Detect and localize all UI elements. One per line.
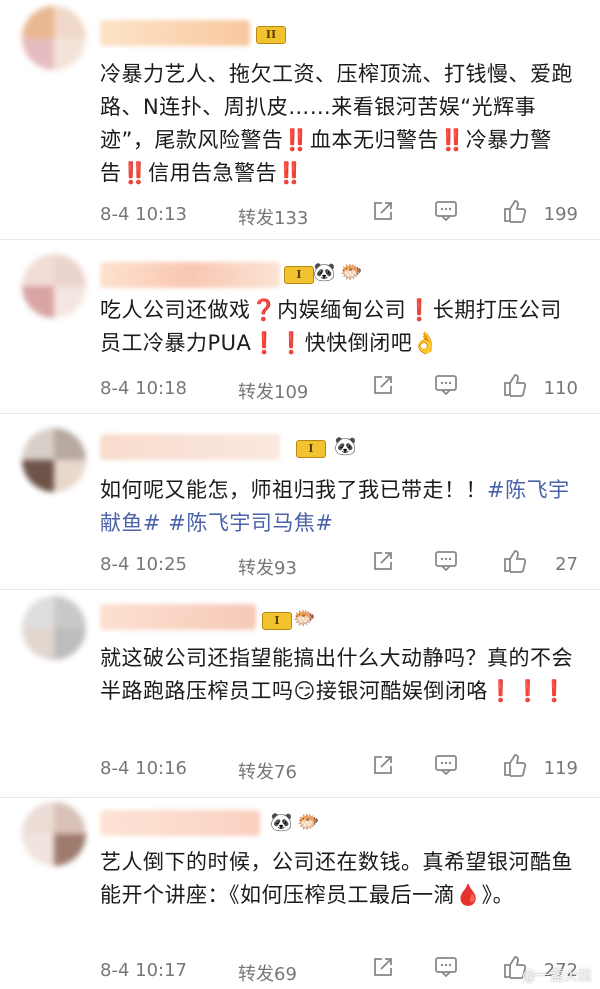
like-count: 110	[543, 378, 578, 399]
avatar[interactable]	[22, 428, 86, 492]
comment-text: 艺人倒下的时候，公司还在数钱。真希望银河酷鱼能开个讲座：《如何压榨员工最后一滴🩸…	[100, 846, 580, 912]
timestamp: 8-4 10:13	[100, 204, 187, 225]
exclamation-emoji: ❗	[406, 298, 433, 322]
double-exclamation-emoji: ‼️	[121, 161, 149, 185]
comment-item: I 🐼 如何呢又能怎，师祖归我了我已带走！！#陈飞宇献鱼# #陈飞宇司马焦# 8…	[0, 414, 600, 590]
double-exclamation-emoji: ‼️	[283, 128, 311, 152]
panda-emoji: 🐼	[313, 262, 336, 283]
repost-count[interactable]: 转发133	[238, 204, 308, 230]
ok-hand-emoji: 👌	[412, 331, 439, 355]
comment-text-segment: 》。	[481, 883, 515, 907]
comment-text-segment: 如何呢又能怎，师祖归我了我已带走！！	[100, 478, 487, 502]
pufferfish-emoji: 🐡	[297, 812, 320, 833]
comment-meta: 8-4 10:18 转发109 110	[100, 374, 600, 404]
comment-text-segment: 吃人公司还做戏	[100, 298, 251, 322]
share-icon[interactable]	[372, 200, 394, 222]
comment-text: 冷暴力艺人、拖欠工资、压榨顶流、打钱慢、爱跑路、N连扑、周扒皮……来看银河苦娱“…	[100, 58, 580, 190]
comment-icon[interactable]	[434, 374, 458, 396]
like-count: 27	[555, 554, 578, 575]
username-blurred[interactable]	[100, 604, 256, 630]
share-icon[interactable]	[372, 550, 394, 572]
thumbs-up-icon[interactable]	[502, 198, 528, 224]
thumbs-up-icon[interactable]	[502, 548, 528, 574]
comment-text-segment: 快快倒闭吧	[304, 331, 413, 355]
like-count: 119	[543, 758, 578, 779]
username-blurred[interactable]	[100, 434, 280, 460]
comment-icon[interactable]	[434, 550, 458, 572]
timestamp: 8-4 10:18	[100, 378, 187, 399]
user-level-badge: I	[296, 440, 326, 458]
comment-icon[interactable]	[434, 956, 458, 978]
repost-count[interactable]: 转发76	[238, 758, 297, 784]
repost-count[interactable]: 转发109	[238, 378, 308, 404]
comment-item: I 🐼 🐡 吃人公司还做戏❓内娱缅甸公司❗长期打压公司员工冷暴力PUA❗❗快快倒…	[0, 240, 600, 414]
thumbs-up-icon[interactable]	[502, 752, 528, 778]
comment-meta: 8-4 10:13 转发133 199	[100, 200, 600, 230]
comment-icon[interactable]	[434, 200, 458, 222]
panda-emoji: 🐼	[334, 436, 357, 457]
share-icon[interactable]	[372, 956, 394, 978]
exclamation-emoji: ❗❗	[251, 331, 305, 355]
share-icon[interactable]	[372, 754, 394, 776]
username-blurred[interactable]	[100, 810, 260, 836]
user-level-badge: I	[284, 266, 314, 284]
panda-emoji: 🐼	[270, 812, 293, 833]
timestamp: 8-4 10:25	[100, 554, 187, 575]
repost-count[interactable]: 转发93	[238, 554, 297, 580]
repost-count[interactable]: 转发69	[238, 960, 297, 986]
avatar[interactable]	[22, 254, 86, 318]
pufferfish-emoji: 🐡	[340, 262, 363, 283]
comment-text-segment: 血本无归警告	[310, 128, 440, 152]
comment-icon[interactable]	[434, 754, 458, 776]
comment-item: II 冷暴力艺人、拖欠工资、压榨顶流、打钱慢、爱跑路、N连扑、周扒皮……来看银河…	[0, 0, 600, 240]
topic-hashtag-link[interactable]: #陈飞宇司马焦#	[168, 511, 333, 535]
comment-text: 吃人公司还做戏❓内娱缅甸公司❗长期打压公司员工冷暴力PUA❗❗快快倒闭吧👌	[100, 294, 580, 360]
share-icon[interactable]	[372, 374, 394, 396]
smirk-emoji: 😏	[293, 679, 316, 703]
exclamation-emoji: ❗❗❗	[487, 679, 568, 703]
avatar[interactable]	[22, 596, 86, 660]
double-exclamation-emoji: ‼️	[439, 128, 466, 152]
username-blurred[interactable]	[100, 20, 250, 46]
avatar[interactable]	[22, 802, 86, 866]
username-blurred[interactable]	[100, 262, 280, 288]
double-exclamation-emoji: ‼️	[277, 161, 304, 185]
thumbs-up-icon[interactable]	[502, 372, 528, 398]
timestamp: 8-4 10:17	[100, 960, 187, 981]
comment-text: 如何呢又能怎，师祖归我了我已带走！！#陈飞宇献鱼# #陈飞宇司马焦#	[100, 474, 580, 540]
comment-item: 🐼 🐡 艺人倒下的时候，公司还在数钱。真希望银河酷鱼能开个讲座：《如何压榨员工最…	[0, 798, 600, 989]
user-level-badge: II	[256, 26, 286, 44]
timestamp: 8-4 10:16	[100, 758, 187, 779]
comment-text-segment: 信用告急警告	[148, 161, 278, 185]
watermark: @一盏火拉	[522, 968, 592, 984]
comment-text: 就这破公司还指望能搞出什么大动静吗？真的不会半路跑路压榨员工吗😏接银河酷娱倒闭咯…	[100, 642, 580, 708]
question-mark-emoji: ❓	[250, 298, 278, 322]
pufferfish-emoji: 🐡	[293, 608, 316, 629]
comment-meta: 8-4 10:16 转发76 119	[100, 754, 600, 784]
comment-feed: II 冷暴力艺人、拖欠工资、压榨顶流、打钱慢、爱跑路、N连扑、周扒皮……来看银河…	[0, 0, 600, 989]
comment-meta: 8-4 10:25 转发93 27	[100, 550, 600, 580]
blood-drop-emoji: 🩸	[455, 883, 482, 907]
comment-item: I 🐡 就这破公司还指望能搞出什么大动静吗？真的不会半路跑路压榨员工吗😏接银河酷…	[0, 590, 600, 798]
comment-text-segment: 内娱缅甸公司	[277, 298, 407, 322]
avatar[interactable]	[22, 6, 86, 70]
comment-text-segment: 接银河酷娱倒闭咯	[315, 679, 488, 703]
like-count: 199	[543, 204, 578, 225]
user-level-badge: I	[262, 612, 292, 630]
